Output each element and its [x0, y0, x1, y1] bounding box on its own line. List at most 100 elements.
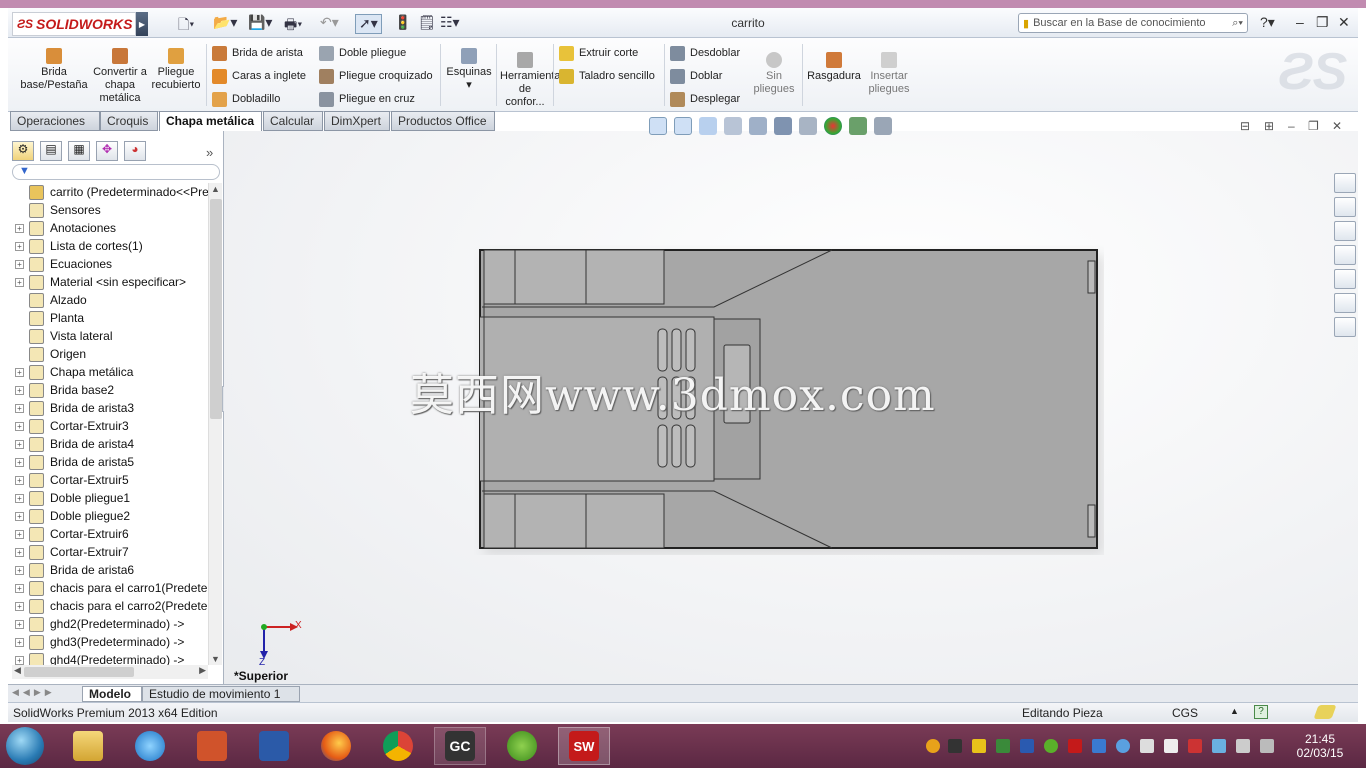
- display-style-icon[interactable]: [774, 117, 792, 135]
- viewport-tile-vertical-icon[interactable]: ⊞: [1264, 119, 1274, 133]
- expand-icon[interactable]: +: [15, 241, 24, 251]
- configurationmanager-tab-icon[interactable]: ▦: [68, 141, 90, 161]
- tab-modelo[interactable]: Modelo: [82, 686, 142, 702]
- section-view-icon[interactable]: [724, 117, 742, 135]
- tree-item[interactable]: + Cortar-Extruir6: [12, 525, 208, 543]
- edge-flange-button[interactable]: Brida de arista: [212, 44, 303, 62]
- tab-chapa-metalica[interactable]: Chapa metálica: [159, 111, 262, 132]
- zoom-to-area-icon[interactable]: [674, 117, 692, 135]
- edit-appearance-icon[interactable]: [824, 117, 842, 135]
- tray-app-icon[interactable]: [926, 739, 940, 753]
- tree-item[interactable]: + chacis para el carro1(Predeter: [12, 579, 208, 597]
- tab-navigation-arrows-icon[interactable]: ◀◀▶▶: [12, 687, 56, 698]
- apply-scene-icon[interactable]: [849, 117, 867, 135]
- taskbar-chrome[interactable]: [372, 727, 424, 765]
- tree-item[interactable]: Alzado: [12, 291, 208, 309]
- tray-battery-icon[interactable]: [1236, 739, 1250, 753]
- previous-view-icon[interactable]: [699, 117, 717, 135]
- no-bends-button[interactable]: Sin pliegues: [750, 52, 798, 96]
- taskbar-utorrent[interactable]: [496, 727, 548, 765]
- expand-icon[interactable]: +: [15, 511, 24, 521]
- expand-icon[interactable]: +: [15, 403, 24, 413]
- hem-button[interactable]: Dobladillo: [212, 90, 280, 108]
- tab-estudio-movimiento[interactable]: Estudio de movimiento 1: [142, 686, 300, 702]
- tray-network-icon[interactable]: [1092, 739, 1106, 753]
- expand-icon[interactable]: +: [15, 475, 24, 485]
- viewport-minimize-icon[interactable]: –: [1288, 119, 1295, 133]
- scroll-right-arrow-icon[interactable]: ▶: [199, 665, 206, 676]
- scroll-down-arrow-icon[interactable]: ▼: [211, 654, 220, 664]
- tree-item[interactable]: + Cortar-Extruir7: [12, 543, 208, 561]
- tree-item[interactable]: + Cortar-Extruir3: [12, 417, 208, 435]
- taskbar-firefox[interactable]: [310, 727, 362, 765]
- rebuild-icon[interactable]: 🚦: [394, 14, 411, 34]
- expand-icon[interactable]: +: [15, 583, 24, 593]
- tree-item[interactable]: + Brida de arista4: [12, 435, 208, 453]
- tree-item[interactable]: + Brida de arista3: [12, 399, 208, 417]
- fold-button[interactable]: Doblar: [670, 67, 722, 85]
- tree-item[interactable]: + Brida de arista5: [12, 453, 208, 471]
- save-icon[interactable]: 💾▾: [248, 14, 272, 34]
- new-document-icon[interactable]: 🗋▾: [178, 14, 194, 34]
- hide-show-items-icon[interactable]: [799, 117, 817, 135]
- search-input[interactable]: Buscar en la Base de conocimiento: [1033, 17, 1228, 29]
- help-icon[interactable]: ?▾: [1260, 14, 1275, 31]
- expand-icon[interactable]: +: [15, 655, 24, 665]
- expand-icon[interactable]: +: [15, 529, 24, 539]
- tree-horizontal-scrollbar[interactable]: ◀ ▶: [12, 665, 208, 679]
- flatten-button[interactable]: Desplegar: [670, 90, 740, 108]
- sketched-bend-button[interactable]: Pliegue croquizado: [319, 67, 433, 85]
- hscroll-thumb[interactable]: [24, 667, 134, 677]
- tray-skype-icon[interactable]: [1116, 739, 1130, 753]
- taskbar-gc[interactable]: GC: [434, 727, 486, 765]
- tab-calcular[interactable]: Calcular: [263, 111, 323, 131]
- tree-item[interactable]: + Cortar-Extruir5: [12, 471, 208, 489]
- tray-antivirus-icon[interactable]: [996, 739, 1010, 753]
- menu-expand-arrow[interactable]: ▶: [136, 12, 148, 36]
- expand-icon[interactable]: +: [15, 421, 24, 431]
- tray-utorrent-icon[interactable]: [1044, 739, 1058, 753]
- tree-vertical-scrollbar[interactable]: ▲ ▼: [208, 183, 222, 665]
- jog-button[interactable]: Doble pliegue: [319, 44, 406, 62]
- zoom-to-fit-icon[interactable]: [649, 117, 667, 135]
- knowledge-search[interactable]: ▮ Buscar en la Base de conocimiento ⌕▾: [1018, 13, 1248, 33]
- tray-warning-icon[interactable]: [972, 739, 986, 753]
- unfold-button[interactable]: Desdoblar: [670, 44, 740, 62]
- tray-signal-icon[interactable]: [1140, 739, 1154, 753]
- displaymanager-tab-icon[interactable]: ◕: [124, 141, 146, 161]
- expand-icon[interactable]: +: [15, 547, 24, 557]
- search-icon[interactable]: ⌕▾: [1232, 17, 1243, 30]
- tree-item[interactable]: + Brida de arista6: [12, 561, 208, 579]
- tree-item[interactable]: + Doble pliegue1: [12, 489, 208, 507]
- lofted-bend-button[interactable]: Pliegue recubierto: [150, 48, 202, 92]
- tree-root-part[interactable]: carrito (Predeterminado<<Prede: [12, 183, 208, 201]
- tab-productos-office[interactable]: Productos Office: [391, 111, 495, 131]
- tree-item[interactable]: Planta: [12, 309, 208, 327]
- expand-icon[interactable]: +: [15, 385, 24, 395]
- tree-item[interactable]: + ghd2(Predeterminado) ->: [12, 615, 208, 633]
- featuremanager-tab-icon[interactable]: ⚙: [12, 141, 34, 161]
- expand-icon[interactable]: +: [15, 601, 24, 611]
- tray-display-icon[interactable]: [1188, 739, 1202, 753]
- file-explorer-icon[interactable]: [1334, 221, 1356, 241]
- tab-operaciones[interactable]: Operaciones: [10, 111, 100, 131]
- restore-button[interactable]: ❐: [1316, 14, 1329, 31]
- corners-dropdown-icon[interactable]: ▾: [466, 79, 472, 91]
- tray-solidworks-icon[interactable]: [1068, 739, 1082, 753]
- custom-properties-icon[interactable]: [1334, 293, 1356, 313]
- scroll-left-arrow-icon[interactable]: ◀: [14, 665, 21, 676]
- convert-to-sheet-metal-button[interactable]: Convertir a chapa metálica: [92, 48, 148, 105]
- unit-system-label[interactable]: CGS: [1172, 706, 1198, 720]
- tab-croquis[interactable]: Croquis: [100, 111, 158, 131]
- select-pointer-icon[interactable]: ➚▾: [355, 14, 382, 34]
- insert-bends-button[interactable]: Insertar pliegues: [864, 52, 914, 96]
- tree-item[interactable]: + ghd3(Predeterminado) ->: [12, 633, 208, 651]
- miter-flange-button[interactable]: Caras a inglete: [212, 67, 306, 85]
- taskbar-clock[interactable]: 21:45 02/03/15: [1290, 732, 1350, 760]
- solidworks-resources-icon[interactable]: [1334, 173, 1356, 193]
- tree-filter-input[interactable]: ▼: [12, 164, 220, 180]
- scroll-up-arrow-icon[interactable]: ▲: [211, 184, 220, 194]
- taskbar-powerpoint[interactable]: [186, 727, 238, 765]
- graphics-viewport[interactable]: ⊟ ⊞ – ❐ ✕ 莫西网www.3dmox.com X Z *Superior: [224, 117, 1358, 684]
- help-status-icon[interactable]: ?: [1254, 705, 1268, 719]
